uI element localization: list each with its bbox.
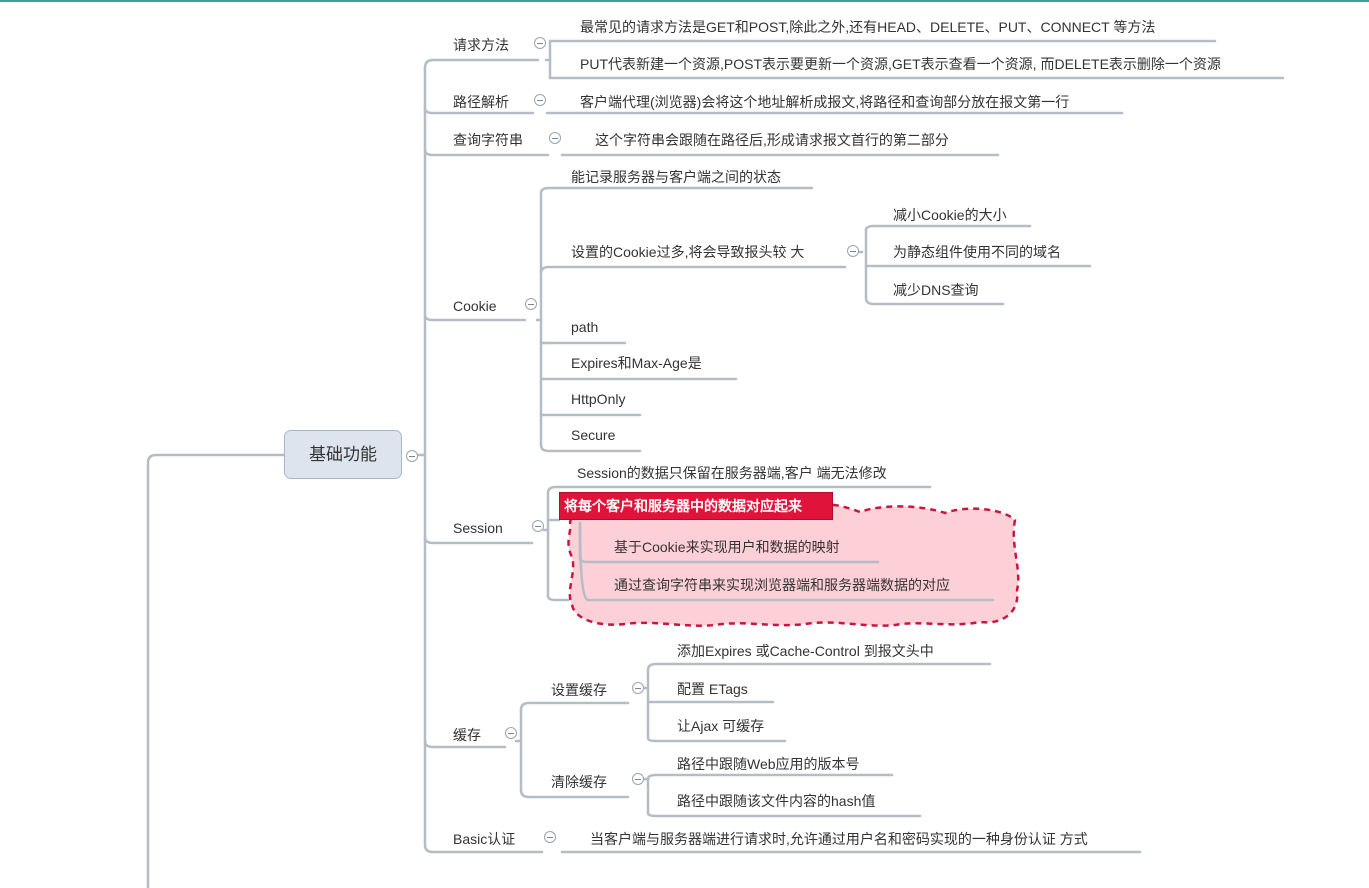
collapse-cache-toggle[interactable] xyxy=(505,727,517,739)
branch-request-method[interactable]: 请求方法 xyxy=(453,36,509,54)
collapse-session-toggle[interactable] xyxy=(532,520,544,532)
session-highlighted-item[interactable]: 将每个客户和服务器中的数据对应起来 xyxy=(559,492,833,520)
basic-auth-item-1[interactable]: 当客户端与服务器端进行请求时,允许通过用户名和密码实现的一种身份认证 方式 xyxy=(590,830,1088,848)
cookie-too-many-child-1[interactable]: 减小Cookie的大小 xyxy=(893,206,1007,224)
session-cloud xyxy=(567,501,1020,627)
cache-clear-node[interactable]: 清除缓存 xyxy=(551,773,607,791)
root-node-basic-functions[interactable]: 基础功能 xyxy=(284,430,402,479)
collapse-query-string-toggle[interactable] xyxy=(549,132,561,144)
query-string-item-1[interactable]: 这个字符串会跟随在路径后,形成请求报文首行的第二部分 xyxy=(595,131,949,149)
cookie-item-1[interactable]: 能记录服务器与客户端之间的状态 xyxy=(571,168,781,186)
cookie-item-2[interactable]: 设置的Cookie过多,将会导致报头较 大 xyxy=(571,243,804,261)
collapse-cache-clear-toggle[interactable] xyxy=(632,773,644,785)
request-method-item-2[interactable]: PUT代表新建一个资源,POST表示要更新一个资源,GET表示查看一个资源, 而… xyxy=(580,55,1221,73)
cache-set-item-1[interactable]: 添加Expires 或Cache-Control 到报文头中 xyxy=(677,642,934,660)
request-method-item-1[interactable]: 最常见的请求方法是GET和POST,除此之外,还有HEAD、DELETE、PUT… xyxy=(580,18,1155,36)
collapse-cache-set-toggle[interactable] xyxy=(632,682,644,694)
cookie-item-path[interactable]: path xyxy=(571,318,598,336)
collapse-path-parse-toggle[interactable] xyxy=(534,94,546,106)
session-item-1[interactable]: Session的数据只保留在服务器端,客户 端无法修改 xyxy=(577,464,887,482)
branch-path-parse[interactable]: 路径解析 xyxy=(453,93,509,111)
branch-cookie[interactable]: Cookie xyxy=(453,297,497,315)
cache-clear-item-2[interactable]: 路径中跟随该文件内容的hash值 xyxy=(677,792,875,810)
cookie-item-secure[interactable]: Secure xyxy=(571,426,615,444)
session-mapping-child-1[interactable]: 基于Cookie来实现用户和数据的映射 xyxy=(614,538,840,556)
collapse-cookie-too-many-toggle[interactable] xyxy=(847,245,859,257)
cache-set-item-3[interactable]: 让Ajax 可缓存 xyxy=(677,717,764,735)
branch-cache[interactable]: 缓存 xyxy=(453,726,481,744)
branch-basic-auth[interactable]: Basic认证 xyxy=(453,830,515,848)
collapse-cookie-toggle[interactable] xyxy=(525,298,537,310)
collapse-request-method-toggle[interactable] xyxy=(534,37,546,49)
branch-session[interactable]: Session xyxy=(453,519,503,537)
branch-query-string[interactable]: 查询字符串 xyxy=(453,131,523,149)
cookie-item-httponly[interactable]: HttpOnly xyxy=(571,390,625,408)
cookie-too-many-child-3[interactable]: 减少DNS查询 xyxy=(893,281,979,299)
cookie-too-many-child-2[interactable]: 为静态组件使用不同的域名 xyxy=(893,243,1061,261)
cookie-item-expires[interactable]: Expires和Max-Age是 xyxy=(571,354,702,372)
collapse-root-toggle[interactable] xyxy=(406,450,418,462)
cache-clear-item-1[interactable]: 路径中跟随Web应用的版本号 xyxy=(677,755,860,773)
path-parse-item-1[interactable]: 客户端代理(浏览器)会将这个地址解析成报文,将路径和查询部分放在报文第一行 xyxy=(580,93,1069,111)
collapse-basic-auth-toggle[interactable] xyxy=(544,831,556,843)
session-mapping-child-2[interactable]: 通过查询字符串来实现浏览器端和服务器端数据的对应 xyxy=(614,576,950,594)
cache-set-item-2[interactable]: 配置 ETags xyxy=(677,680,748,698)
cache-set-node[interactable]: 设置缓存 xyxy=(551,681,607,699)
